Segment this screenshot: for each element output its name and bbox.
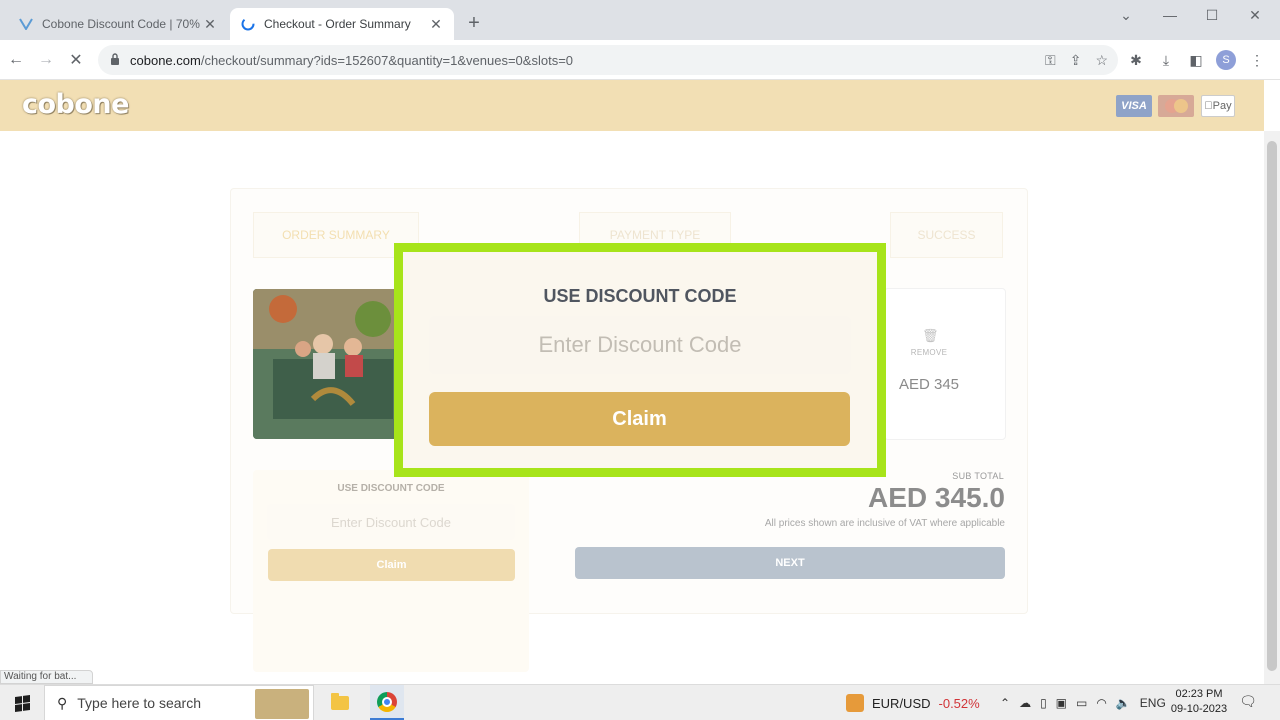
apple-icon: : [1204, 100, 1212, 112]
mastercard-badge: [1158, 95, 1194, 117]
download-icon[interactable]: ⤓: [1154, 48, 1178, 72]
page-scrollbar[interactable]: [1264, 131, 1280, 684]
scrollbar-thumb[interactable]: [1267, 141, 1277, 671]
remove-item-button[interactable]: REMOVE: [884, 348, 974, 357]
forward-button[interactable]: →: [34, 48, 58, 72]
tab-checkout-order-summary[interactable]: Checkout - Order Summary ✕: [230, 8, 454, 40]
site-header: cobone VISA Pay: [0, 80, 1264, 131]
folder-icon: [331, 693, 349, 710]
popup-title: USE DISCOUNT CODE: [543, 286, 737, 306]
tab-cobone-discount[interactable]: Cobone Discount Code | 70% Of ✕: [8, 8, 228, 40]
search-highlight-image: [255, 689, 309, 719]
product-image: [253, 289, 407, 439]
minimize-button[interactable]: —: [1148, 0, 1192, 30]
battery-icon[interactable]: ▭: [1076, 696, 1087, 710]
tab-title: Checkout - Order Summary: [264, 17, 411, 31]
search-icon: ⚲: [57, 694, 68, 711]
start-button[interactable]: [0, 685, 44, 720]
file-explorer-button[interactable]: [323, 685, 357, 720]
ticker-change: -0.52%: [938, 695, 980, 711]
key-icon[interactable]: ⚿: [1045, 52, 1056, 69]
system-clock[interactable]: 02:23 PM 09-10-2023: [1166, 687, 1232, 717]
windows-taskbar: ⚲ Type here to search EUR/USD -0.52% ⌃ ☁…: [0, 684, 1280, 720]
maximize-button[interactable]: ☐: [1190, 0, 1234, 30]
extensions-puzzle-icon[interactable]: ✱: [1124, 48, 1148, 72]
windows-logo-icon: [14, 694, 30, 712]
popup-discount-code-input[interactable]: [429, 316, 851, 374]
url-host: cobone.com: [130, 52, 201, 68]
new-tab-button[interactable]: +: [462, 12, 486, 36]
address-bar[interactable]: cobone.com/checkout/summary?ids=152607&q…: [98, 45, 1118, 75]
apple-pay-badge: Pay: [1201, 95, 1235, 117]
ticker-symbol: EUR/USD: [872, 695, 931, 711]
close-tab-icon[interactable]: ✕: [428, 16, 444, 33]
menu-kebab-icon[interactable]: ⋮: [1245, 48, 1269, 72]
back-button[interactable]: ←: [4, 48, 28, 72]
side-panel-icon[interactable]: ◧: [1184, 48, 1208, 72]
stop-loading-button[interactable]: ✕: [64, 48, 88, 72]
popup-claim-button[interactable]: Claim: [429, 392, 850, 446]
taskbar-search[interactable]: ⚲ Type here to search: [44, 685, 314, 720]
chrome-taskbar-button[interactable]: [370, 685, 404, 720]
subtotal-value: AED 345.0: [868, 482, 1005, 513]
chrome-icon: [377, 691, 397, 712]
status-bubble: Waiting for bat...: [0, 670, 93, 684]
volume-icon[interactable]: 🔈: [1116, 696, 1131, 710]
system-tray: ⌃ ☁ ▯ ▣ ▭ ◠ 🔈 ENG: [1000, 685, 1166, 720]
tab-title: Cobone Discount Code | 70% Of: [42, 17, 202, 31]
browser-tab-strip: Cobone Discount Code | 70% Of ✕ Checkout…: [0, 0, 1280, 40]
loading-spinner-icon: [240, 16, 256, 32]
close-window-button[interactable]: ✕: [1233, 0, 1277, 30]
cobone-logo[interactable]: cobone: [22, 89, 129, 120]
subtotal-label: SUB TOTAL: [952, 471, 1004, 481]
url-path: /checkout/summary?ids=152607&quantity=1&…: [200, 52, 574, 68]
tab-search-chevron-icon[interactable]: ⌄: [1104, 0, 1148, 30]
clock-date: 09-10-2023: [1170, 703, 1228, 715]
browser-toolbar: ← → ✕ cobone.com/checkout/summary?ids=15…: [0, 40, 1280, 80]
trash-icon[interactable]: 🗑: [922, 328, 939, 344]
next-button[interactable]: NEXT: [575, 547, 1005, 579]
profile-avatar[interactable]: S: [1216, 50, 1236, 70]
close-tab-icon[interactable]: ✕: [202, 16, 218, 33]
notification-icon[interactable]: 🗨: [1238, 693, 1258, 713]
step-success: SUCCESS: [890, 212, 1003, 258]
cart-item-box: [884, 288, 1006, 440]
wifi-icon[interactable]: ◠: [1096, 696, 1106, 710]
clock-time: 02:23 PM: [1175, 688, 1223, 700]
show-hidden-icons-chevron-icon[interactable]: ⌃: [1000, 696, 1010, 710]
share-icon[interactable]: ⇪: [1070, 52, 1082, 69]
discount-code-highlight: USE DISCOUNT CODE Claim: [394, 243, 886, 477]
discount-section-title: USE DISCOUNT CODE: [337, 483, 445, 494]
vat-note: All prices shown are inclusive of VAT wh…: [764, 518, 1005, 529]
claim-button[interactable]: Claim: [268, 549, 515, 581]
item-price: AED 345: [898, 376, 960, 393]
discount-code-input[interactable]: [267, 504, 515, 540]
taskbar-search-placeholder: Type here to search: [77, 695, 202, 711]
stock-ticker-widget[interactable]: EUR/USD -0.52%: [846, 685, 980, 720]
bookmark-star-icon[interactable]: ☆: [1095, 52, 1108, 69]
page-viewport: cobone VISA Pay ORDER SUMMARY PAYMENT T…: [0, 80, 1280, 684]
camera-icon[interactable]: ▣: [1056, 696, 1067, 710]
onedrive-cloud-icon[interactable]: ☁: [1019, 696, 1031, 710]
cobone-favicon-icon: [18, 16, 34, 32]
language-indicator[interactable]: ENG: [1140, 696, 1166, 710]
device-icon[interactable]: ▯: [1040, 696, 1047, 710]
lock-icon: [110, 52, 122, 68]
ticker-icon: [846, 694, 864, 712]
visa-badge: VISA: [1116, 95, 1152, 117]
